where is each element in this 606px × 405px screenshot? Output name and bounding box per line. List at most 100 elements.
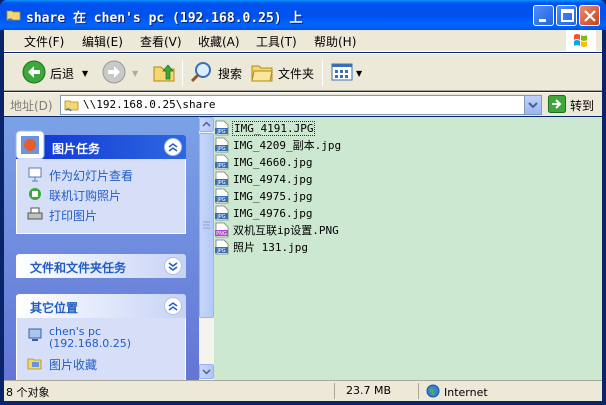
windows-logo-icon: [566, 30, 596, 52]
file-item[interactable]: JPG IMG_4974.jpg: [214, 171, 313, 187]
collapse-chevron-icon[interactable]: [164, 297, 182, 315]
jpg-file-icon: JPG: [214, 120, 230, 136]
file-name: IMG_4974.jpg: [233, 172, 313, 186]
folders-icon: [250, 60, 274, 87]
go-arrow-icon: [548, 94, 566, 116]
file-item[interactable]: JPG IMG_4976.jpg: [214, 205, 313, 221]
file-name: IMG_4660.jpg: [233, 155, 313, 169]
task-link-order-photos[interactable]: 联机订购照片: [17, 185, 185, 205]
scroll-up-button[interactable]: [199, 117, 214, 132]
file-name: 照片 131.jpg: [233, 241, 308, 254]
picture-tasks-header[interactable]: 图片任务: [15, 130, 186, 160]
go-button[interactable]: 转到: [548, 94, 595, 116]
back-dropdown-icon[interactable]: ▼: [82, 69, 88, 78]
forward-arrow-icon: [102, 60, 126, 87]
forward-dropdown-icon[interactable]: ▼: [132, 69, 138, 78]
status-object-count: 8 个对象: [6, 386, 50, 399]
jpg-file-icon: JPG: [214, 137, 230, 153]
task-pane-scrollbar[interactable]: [199, 117, 214, 380]
title-bar[interactable]: share 在 chen's pc (192.168.0.25) 上: [0, 0, 606, 30]
status-divider: [334, 383, 335, 399]
standard-toolbar: 后退 ▼ ▼ 搜索 文件夹 ▼: [4, 53, 602, 91]
address-dropdown-button[interactable]: [524, 96, 541, 114]
file-item[interactable]: JPG IMG_4975.jpg: [214, 188, 313, 204]
my-pictures-icon: [27, 355, 43, 374]
png-file-icon: PNG: [214, 222, 230, 238]
forward-button[interactable]: ▼: [102, 59, 138, 87]
file-name: IMG_4191.JPG: [232, 120, 316, 136]
up-folder-button[interactable]: [152, 59, 176, 87]
address-label: 地址(D): [10, 99, 53, 113]
status-divider: [418, 383, 419, 399]
address-input[interactable]: \\192.168.0.25\share: [60, 95, 542, 115]
print-icon: [27, 206, 43, 225]
jpg-file-icon: JPG: [214, 205, 230, 221]
menu-favorites[interactable]: 收藏(A): [198, 33, 240, 50]
file-item[interactable]: PNG 双机互联ip设置.PNG: [214, 222, 340, 238]
task-pane: 图片任务 作为幻灯片查看 联机订购照片 打印图片 文件和文件夹任务 其它位置 c…: [4, 117, 199, 380]
search-button[interactable]: 搜索: [190, 59, 242, 87]
back-button[interactable]: 后退 ▼: [22, 59, 88, 87]
svg-text:JPG: JPG: [216, 248, 225, 254]
scroll-down-button[interactable]: [199, 364, 214, 379]
file-name: IMG_4975.jpg: [233, 189, 313, 203]
file-item[interactable]: JPG IMG_4209_副本.jpg: [214, 137, 342, 153]
folders-button[interactable]: 文件夹: [250, 59, 314, 87]
svg-text:PNG: PNG: [216, 231, 227, 237]
picture-tasks-icon: [12, 127, 48, 163]
file-item[interactable]: JPG IMG_4191.JPG: [214, 120, 316, 136]
back-arrow-icon: [22, 60, 46, 87]
other-places-body: chen's pc (192.168.0.25) 图片收藏: [16, 318, 186, 380]
scroll-thumb[interactable]: [199, 133, 214, 318]
views-button[interactable]: ▼: [330, 59, 362, 87]
folders-label: 文件夹: [278, 66, 315, 81]
views-icon: [330, 60, 354, 87]
jpg-file-icon: JPG: [214, 154, 230, 170]
go-label: 转到: [570, 98, 595, 113]
status-zone-label: Internet: [444, 386, 488, 399]
maximize-button[interactable]: [556, 5, 577, 26]
task-link-print[interactable]: 打印图片: [17, 205, 185, 225]
menu-file[interactable]: 文件(F): [24, 33, 64, 50]
folder-share-icon: [6, 7, 22, 23]
picture-tasks-body: 作为幻灯片查看 联机订购照片 打印图片: [16, 159, 186, 234]
file-folder-tasks-box: 文件和文件夹任务: [16, 254, 186, 278]
address-folder-icon: [64, 97, 80, 116]
other-places-header[interactable]: 其它位置: [16, 294, 186, 318]
picture-tasks-title: 图片任务: [52, 142, 101, 156]
collapse-chevron-icon[interactable]: [164, 138, 182, 156]
file-tasks-header[interactable]: 文件和文件夹任务: [16, 254, 186, 278]
file-item[interactable]: JPG 照片 131.jpg: [214, 239, 309, 255]
expand-chevron-icon[interactable]: [164, 257, 182, 275]
file-tasks-title: 文件和文件夹任务: [30, 261, 127, 275]
toolbar-separator: [182, 60, 183, 86]
svg-text:JPG: JPG: [216, 163, 225, 169]
up-folder-icon: [152, 60, 176, 87]
slideshow-icon: [27, 166, 43, 185]
place-link-my-pictures[interactable]: 图片收藏: [17, 354, 185, 374]
menu-edit[interactable]: 编辑(E): [82, 33, 123, 50]
menu-view[interactable]: 查看(V): [140, 33, 182, 50]
menu-tools[interactable]: 工具(T): [256, 33, 297, 50]
file-item[interactable]: JPG IMG_4660.jpg: [214, 154, 313, 170]
status-bar: 8 个对象 23.7 MB Internet: [4, 380, 602, 401]
internet-globe-icon: [426, 384, 440, 401]
svg-text:JPG: JPG: [216, 180, 225, 186]
jpg-file-icon: JPG: [214, 188, 230, 204]
svg-text:JPG: JPG: [216, 146, 225, 152]
network-computer-icon: [27, 327, 43, 346]
address-bar: 地址(D) \\192.168.0.25\share 转到: [4, 92, 602, 116]
close-button[interactable]: [579, 5, 600, 26]
explorer-window: share 在 chen's pc (192.168.0.25) 上 文件(F)…: [0, 0, 606, 405]
menu-help[interactable]: 帮助(H): [314, 33, 356, 50]
minimize-button[interactable]: [533, 5, 554, 26]
place-link-network-computer[interactable]: chen's pc (192.168.0.25): [17, 324, 185, 354]
svg-text:JPG: JPG: [216, 129, 225, 135]
back-label: 后退: [50, 66, 75, 81]
file-list-pane[interactable]: JPG IMG_4191.JPG JPG IMG_4209_副本.jpg JPG IMG_…: [214, 117, 602, 380]
picture-tasks-box: 图片任务 作为幻灯片查看 联机订购照片 打印图片: [15, 130, 186, 234]
place-sublabel: (192.168.0.25): [49, 337, 132, 350]
task-link-slideshow[interactable]: 作为幻灯片查看: [17, 165, 185, 185]
search-label: 搜索: [218, 66, 243, 81]
views-dropdown-icon[interactable]: ▼: [356, 69, 362, 78]
